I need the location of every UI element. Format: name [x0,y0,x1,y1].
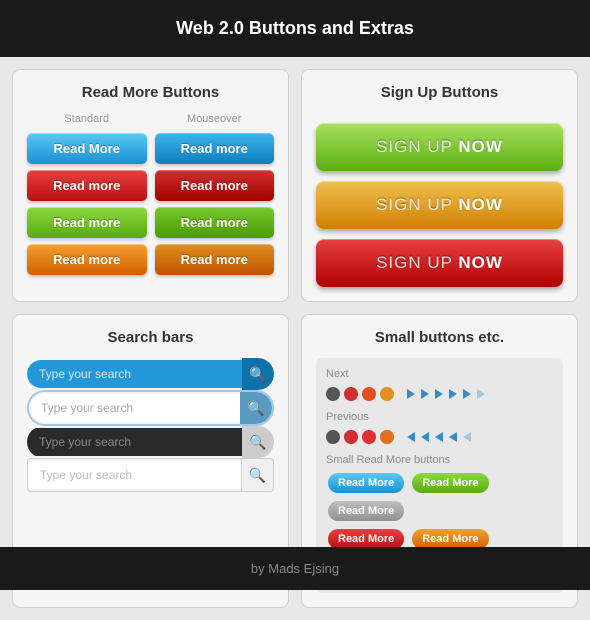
col-standard-label: Standard [27,113,147,125]
small-btn-red[interactable]: Read More [328,529,404,549]
play-arrow-right-4[interactable] [449,389,457,399]
play-arrow-left-1[interactable] [407,432,415,442]
signup-now-3: NOW [458,253,503,272]
read-more-btn-red-hover[interactable]: Read more [155,170,275,201]
play-arrow-left-3[interactable] [435,432,443,442]
search-plain-input[interactable] [28,461,241,489]
signup-prefix-1: SIGN UP [376,137,458,156]
play-arrow-right-3[interactable] [435,389,443,399]
small-btn-gray[interactable]: Read More [328,501,404,521]
play-arrow-right-2[interactable] [421,389,429,399]
play-arrow-left-light[interactable] [463,432,471,442]
small-read-more-row-1: Read More Read More Read More [326,471,553,523]
search-lightblue-btn[interactable]: 🔍 [240,392,272,424]
read-more-btn-green-hover[interactable]: Read more [155,207,275,238]
prev-dot-red2 [362,430,376,444]
signup-now-1: NOW [458,137,503,156]
play-arrow-right-5[interactable] [463,389,471,399]
small-read-more-section-label: Small Read More buttons [326,454,553,466]
search-blue-btn[interactable]: 🔍 [242,358,274,390]
signup-prefix-3: SIGN UP [376,253,458,272]
footer: by Mads Ejsing [0,547,590,590]
search-plain-wrap: 🔍 [27,458,274,492]
search-lightblue-wrap: 🔍 [27,390,274,426]
read-more-title: Read More Buttons [27,84,274,101]
signup-panel: Sign Up Buttons SIGN UP NOW SIGN UP NOW … [301,69,578,302]
dot-dark-1 [326,387,340,401]
signup-btn-red[interactable]: SIGN UP NOW [316,239,563,287]
play-arrow-right-1[interactable] [407,389,415,399]
search-bars-title: Search bars [27,329,274,346]
search-plain-btn[interactable]: 🔍 [241,459,273,491]
signup-btn-orange[interactable]: SIGN UP NOW [316,181,563,229]
search-dark-input[interactable] [27,428,242,456]
prev-dot-dark [326,430,340,444]
play-arrow-left-4[interactable] [449,432,457,442]
play-arrow-right-light[interactable] [477,389,485,399]
prev-dot-red [344,430,358,444]
small-btn-green[interactable]: Read More [412,473,488,493]
footer-text: by Mads Ejsing [251,561,339,576]
col-mouseover-label: Mouseover [155,113,275,125]
search-dark-btn[interactable]: 🔍 [242,426,274,458]
prev-dot-orange [380,430,394,444]
read-more-panel: Read More Buttons Standard Read More Rea… [12,69,289,302]
next-label: Next [326,368,553,380]
small-btn-orange[interactable]: Read More [412,529,488,549]
signup-title: Sign Up Buttons [316,84,563,101]
search-bars-inner: 🔍 🔍 🔍 🔍 [27,358,274,492]
small-btn-blue[interactable]: Read More [328,473,404,493]
read-more-btn-red-standard[interactable]: Read more [27,170,147,201]
next-row [326,385,553,403]
previous-label: Previous [326,411,553,423]
header-title: Web 2.0 Buttons and Extras [176,18,414,38]
read-more-btn-green-standard[interactable]: Read more [27,207,147,238]
dot-red-1 [344,387,358,401]
main-content: Read More Buttons Standard Read More Rea… [0,57,590,620]
dot-orange-1 [380,387,394,401]
read-more-btn-blue-standard[interactable]: Read More [27,133,147,164]
play-arrow-left-2[interactable] [421,432,429,442]
search-dark-wrap: 🔍 [27,426,274,458]
header: Web 2.0 Buttons and Extras [0,0,590,57]
search-blue-wrap: 🔍 [27,358,274,390]
signup-btn-green[interactable]: SIGN UP NOW [316,123,563,171]
signup-prefix-2: SIGN UP [376,195,458,214]
previous-row [326,428,553,446]
signup-now-2: NOW [458,195,503,214]
search-blue-input[interactable] [27,360,242,388]
search-lightblue-input[interactable] [29,394,240,422]
small-buttons-title: Small buttons etc. [316,329,563,346]
read-more-btn-orange-hover[interactable]: Read more [155,244,275,275]
read-more-btn-blue-hover[interactable]: Read more [155,133,275,164]
dot-redorange-1 [362,387,376,401]
read-more-btn-orange-standard[interactable]: Read more [27,244,147,275]
